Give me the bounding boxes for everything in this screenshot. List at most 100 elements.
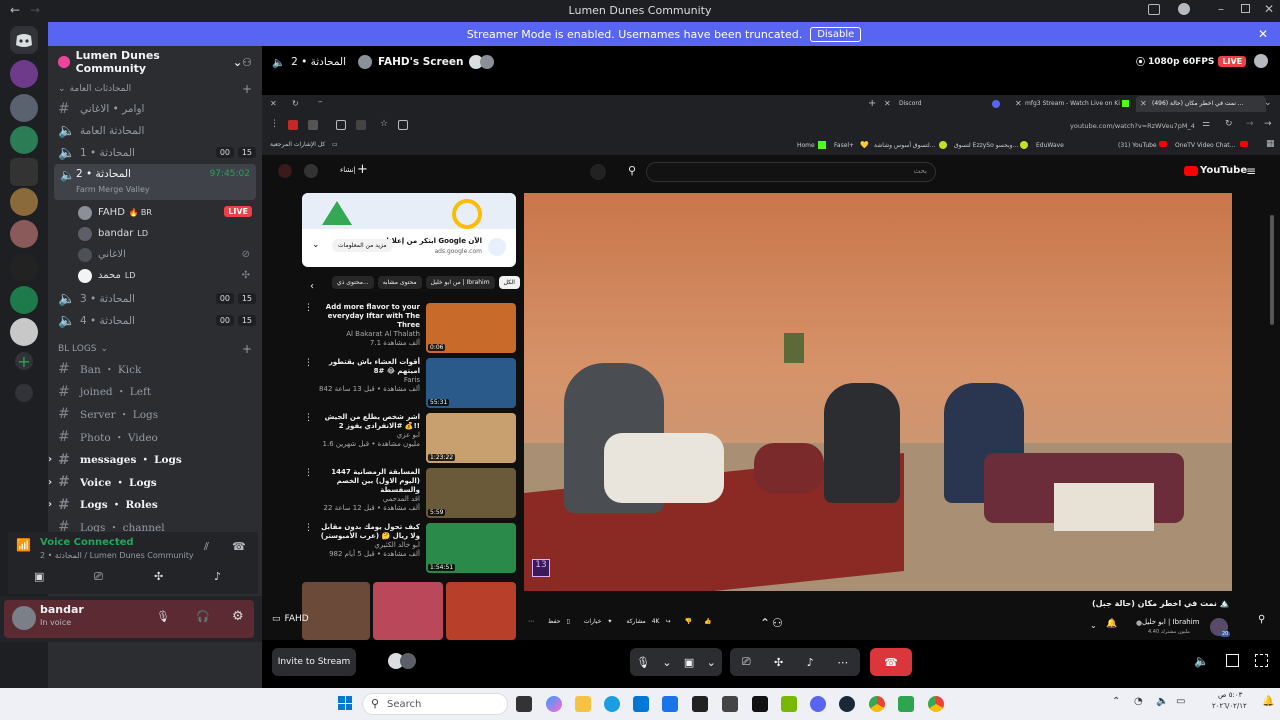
screen-share-icon[interactable]: ⎚ xyxy=(94,570,103,584)
category-header[interactable]: ⌄ المحادثات العامة + xyxy=(48,80,262,98)
dislike-icon[interactable]: 👎 xyxy=(685,618,692,625)
copilot-icon[interactable] xyxy=(546,696,562,712)
add-channel-icon[interactable]: + xyxy=(242,82,252,96)
more-options-icon[interactable]: ⋮ xyxy=(304,303,313,313)
forward-icon[interactable]: → xyxy=(1246,119,1254,129)
bookmark-item[interactable]: Fasel+ xyxy=(834,142,854,149)
store-icon[interactable] xyxy=(633,696,649,712)
channel-text[interactable]: # اوامر • الاغاني xyxy=(48,98,262,120)
server-icon[interactable] xyxy=(10,286,38,314)
chevron-down-icon[interactable]: ⌄ xyxy=(707,656,716,669)
volume-icon[interactable]: 🔈 xyxy=(1194,654,1209,668)
youtube-search-input[interactable]: بحث xyxy=(646,162,936,182)
fullscreen-icon[interactable] xyxy=(1255,654,1268,667)
server-icon[interactable] xyxy=(10,254,38,282)
soundboard-icon[interactable]: ♪ xyxy=(807,656,814,669)
close-tab-icon[interactable]: ✕ xyxy=(1015,99,1022,108)
camera-off-icon[interactable]: ▣ xyxy=(34,570,44,583)
more-options-icon[interactable]: ⋮ xyxy=(304,413,313,423)
video-thumbnail[interactable]: 1:23:22 xyxy=(426,413,516,463)
invite-to-stream-button[interactable]: Invite to Stream xyxy=(272,648,356,676)
server-icon[interactable] xyxy=(10,318,38,346)
server-icon[interactable] xyxy=(10,188,38,216)
app-icon[interactable] xyxy=(722,696,738,712)
minimize-icon[interactable]: – xyxy=(1218,2,1224,16)
close-icon[interactable]: ✕ xyxy=(270,99,277,108)
leave-call-button[interactable]: ☎ xyxy=(870,648,912,676)
close-banner-icon[interactable]: ✕ xyxy=(1258,27,1268,41)
browser-tab[interactable]: mfg3 Stream - Watch Live on Ki xyxy=(1025,100,1125,107)
chevron-down-icon[interactable]: ⌄ xyxy=(662,656,671,669)
ad-cta-button[interactable]: مزيد من المعلومات xyxy=(332,239,393,252)
channel-voice[interactable]: 🔈 المحادثة • 3 00 15 xyxy=(48,288,262,310)
filter-chip-active[interactable]: الكل xyxy=(498,276,520,289)
app-icon[interactable] xyxy=(692,696,708,712)
back-icon[interactable]: → xyxy=(1264,119,1272,129)
more-options-icon[interactable]: ⋮ xyxy=(304,358,313,368)
bookmark-star-icon[interactable]: ☆ xyxy=(380,119,388,129)
chevron-down-icon[interactable]: ⌄ xyxy=(1090,621,1097,630)
explore-icon[interactable] xyxy=(15,384,33,402)
bell-icon[interactable]: 🔔 xyxy=(1106,619,1117,629)
reload-icon[interactable]: ↻ xyxy=(292,99,299,108)
channel-text[interactable]: # joined ・ Left xyxy=(48,381,262,404)
extension-icon[interactable] xyxy=(288,120,298,130)
channel-text[interactable]: # Server ・ Logs xyxy=(48,403,262,426)
like-icon[interactable]: 👍 xyxy=(704,618,711,625)
terminal-icon[interactable] xyxy=(752,696,768,712)
steam-icon[interactable] xyxy=(839,696,855,712)
create-plus-icon[interactable]: + xyxy=(357,162,368,177)
headphones-icon[interactable]: 🎧 xyxy=(196,610,210,623)
chevron-left-icon[interactable]: ‹ xyxy=(310,281,314,292)
nvidia-icon[interactable] xyxy=(781,696,797,712)
site-info-icon[interactable]: ⚌ xyxy=(1202,119,1210,129)
notifications-icon[interactable] xyxy=(304,164,318,178)
activities-icon[interactable]: ✣ xyxy=(774,656,783,669)
active-voice-channel[interactable]: 🔈 المحادثة • 2 97:45:02 Farm Merge Valle… xyxy=(54,164,256,200)
related-video[interactable]: 5:59 المسابقة الرمضانية 1447 (اليوم الاول… xyxy=(302,468,516,518)
server-icon[interactable] xyxy=(10,220,38,248)
search-icon[interactable]: ⚲ xyxy=(628,164,636,177)
related-video[interactable]: 55:31 أقوات العشاء باش يقتطور اميتهم 😂 #8… xyxy=(302,358,516,408)
more-options-icon[interactable]: ⋯ xyxy=(837,656,848,669)
video-thumbnail[interactable]: 55:31 xyxy=(426,358,516,408)
reload-icon[interactable]: ↻ xyxy=(1225,119,1233,129)
extensions-icon[interactable] xyxy=(336,120,346,130)
channel-text[interactable]: # Ban ・ Kick xyxy=(48,358,262,381)
edge-icon[interactable] xyxy=(604,696,620,712)
ad-card[interactable]: ابتكر من إعلانات Google الآن ads.google.… xyxy=(302,193,516,267)
menu-dots-icon[interactable]: ⋮ xyxy=(270,119,279,129)
scrollbar[interactable] xyxy=(1270,215,1274,325)
apps-grid-icon[interactable]: ▦ xyxy=(1266,139,1275,149)
discord-icon[interactable] xyxy=(810,696,826,712)
close-tab-icon[interactable]: ✕ xyxy=(1140,99,1147,108)
soundboard-icon[interactable]: ♪ xyxy=(214,570,221,583)
voice-status[interactable]: Voice Connected xyxy=(40,537,134,548)
camera-off-icon[interactable]: ▣ xyxy=(684,656,694,669)
channel-text[interactable]: › # messages ・ Logs xyxy=(48,448,262,471)
more-options-icon[interactable]: ⋯ xyxy=(528,618,534,625)
server-icon[interactable] xyxy=(10,126,38,154)
channel-text[interactable]: › # Logs ・ Roles xyxy=(48,494,262,517)
video-thumbnail[interactable]: 5:59 xyxy=(426,468,516,518)
chevron-down-icon[interactable]: ⌄ xyxy=(312,240,320,250)
close-tab-icon[interactable]: ✕ xyxy=(884,99,891,108)
add-server-icon[interactable]: + xyxy=(15,352,33,371)
task-view-icon[interactable] xyxy=(516,696,532,712)
voice-user[interactable]: الاغاني ⊘ xyxy=(48,244,262,265)
create-button[interactable]: إنشاء xyxy=(340,166,356,174)
channel-voice[interactable]: 🔈 المحادثة العامة xyxy=(48,120,262,142)
avatar[interactable] xyxy=(278,164,292,178)
channel-text[interactable]: # Photo ・ Video xyxy=(48,426,262,449)
server-header[interactable]: Lumen Dunes Community ⌄ ⚇ xyxy=(48,46,262,78)
bookmark-item[interactable]: EduWave xyxy=(1036,142,1064,149)
youtube-logo-icon[interactable] xyxy=(1184,166,1198,176)
maximize-icon[interactable] xyxy=(1241,4,1250,13)
video-thumbnail[interactable]: 0:06 xyxy=(426,303,516,353)
disconnect-icon[interactable]: ☎ xyxy=(232,540,246,553)
server-icon[interactable] xyxy=(10,158,38,186)
disable-streamer-mode-button[interactable]: Disable xyxy=(810,26,862,42)
filter-chip[interactable]: من ابو خليل | Ibrahim xyxy=(425,276,495,289)
wifi-icon[interactable]: ◔ xyxy=(1134,696,1143,707)
channel-text[interactable]: › # Voice ・ Logs xyxy=(48,471,262,494)
